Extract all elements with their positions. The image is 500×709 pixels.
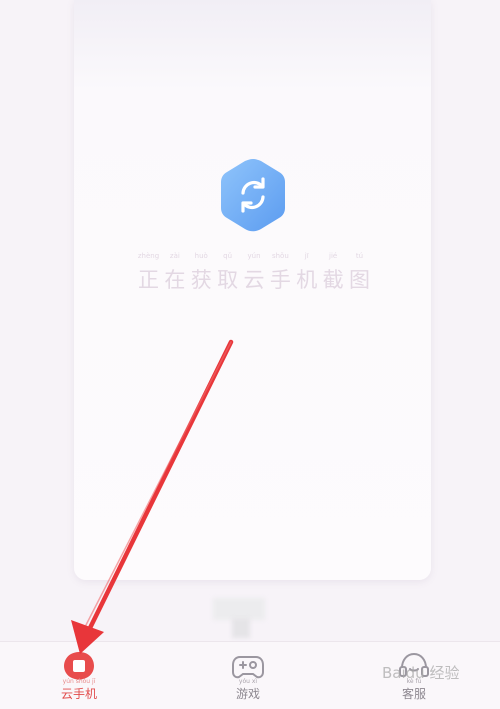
tab-label: 云手机 [60,687,97,701]
blurred-region [232,618,250,638]
pinyin-char: huò [194,252,208,260]
watermark-text: Baidu 经验 [382,664,460,682]
baidu-watermark: Baidu 经验 [382,662,494,692]
loading-status-pinyin: zhèng zài huò qǔ yún shǒu jī jié tú [136,252,372,262]
pinyin-char: jié [329,252,338,260]
hanzi-char: 正 [138,268,159,292]
loading-status-text: zhèng zài huò qǔ yún shǒu jī jié tú 正 在 … [136,252,372,292]
hanzi-char: 机 [296,268,318,292]
tab-label: 游戏 [235,687,260,701]
loading-status-hanzi: 正 在 获 取 云 手 机 截 图 [136,264,372,294]
refresh-icon [221,159,285,232]
blurred-region [213,598,265,620]
pinyin-char: jī [304,252,309,260]
pinyin-char: zhèng [137,252,160,260]
tab-pinyin: yún shǒu jī [62,678,96,685]
pinyin-char: shǒu [271,252,289,260]
tab-game[interactable]: yóu xì 游戏 [193,642,303,709]
pinyin-char: yún [247,252,261,260]
tab-cloud-phone[interactable]: yún shǒu jī 云手机 [24,642,134,709]
pinyin-char: zài [169,252,180,260]
hanzi-char: 手 [269,268,291,292]
pinyin-char: tú [355,252,364,260]
pinyin-char: qǔ [223,252,233,260]
hanzi-char: 图 [349,268,370,292]
hanzi-char: 获 [190,268,212,292]
hanzi-char: 取 [217,268,239,292]
hanzi-char: 截 [322,268,344,292]
hanzi-char: 云 [243,268,265,292]
tab-pinyin: yóu xì [238,678,258,685]
hanzi-char: 在 [164,268,186,292]
